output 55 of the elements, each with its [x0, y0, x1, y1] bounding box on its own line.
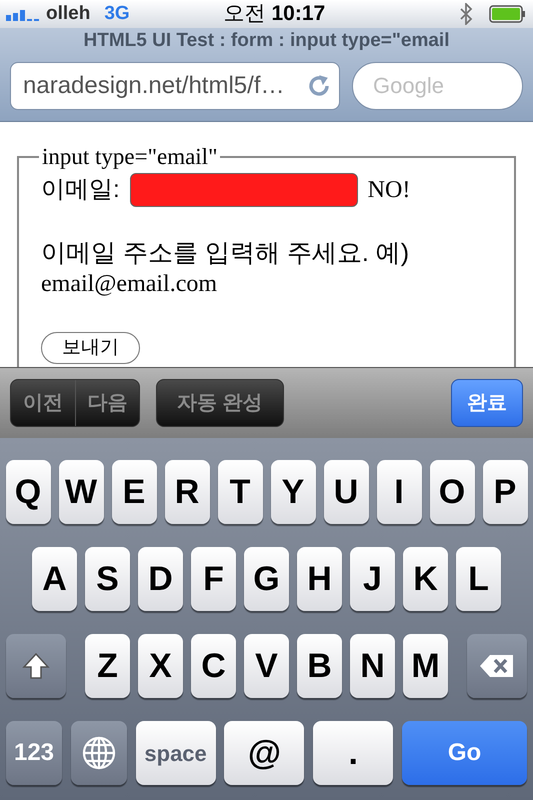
key[interactable]: R	[164, 460, 210, 524]
key[interactable]: T	[218, 460, 262, 524]
key[interactable]: @	[224, 721, 304, 785]
key[interactable]: Q	[6, 460, 50, 524]
key[interactable]: .	[313, 721, 394, 785]
space-key[interactable]: space	[136, 721, 216, 785]
key[interactable]: E	[112, 460, 156, 524]
key[interactable]: H	[297, 547, 342, 611]
key[interactable]: A	[32, 547, 77, 611]
key[interactable]: W	[58, 460, 104, 524]
key[interactable]: X	[138, 634, 183, 698]
signal-icon	[6, 7, 42, 21]
bluetooth-icon	[459, 3, 473, 25]
backspace-icon	[478, 653, 516, 679]
key[interactable]: Z	[85, 634, 130, 698]
key[interactable]: O	[430, 460, 474, 524]
field-label: 이메일:	[41, 175, 120, 205]
key[interactable]: M	[403, 634, 448, 698]
backspace-key[interactable]	[467, 634, 527, 698]
go-key[interactable]: Go	[402, 721, 527, 785]
key[interactable]: F	[191, 547, 236, 611]
key[interactable]: P	[482, 460, 528, 524]
key[interactable]: N	[350, 634, 395, 698]
clock-time: 10:17	[271, 1, 326, 28]
numbers-key[interactable]: 123	[6, 721, 62, 785]
example-text: email@email.com	[41, 270, 218, 298]
key[interactable]: C	[191, 634, 236, 698]
key[interactable]: S	[85, 547, 130, 611]
search-field[interactable]: Google	[352, 62, 523, 110]
page-title: HTML5 UI Test : form : input type="email	[84, 29, 450, 53]
key[interactable]: I	[376, 460, 422, 524]
key[interactable]: L	[456, 547, 501, 611]
reload-icon[interactable]	[307, 74, 331, 98]
form-legend: input type="email"	[39, 144, 220, 170]
address-bar[interactable]: naradesign.net/html5/f…	[10, 62, 340, 110]
key[interactable]: G	[244, 547, 289, 611]
globe-icon	[80, 735, 117, 771]
validation-message: NO!	[368, 176, 410, 205]
battery-icon	[489, 5, 527, 23]
clock-meridiem: 오전	[223, 1, 266, 28]
shift-icon	[21, 651, 51, 681]
key[interactable]: Y	[270, 460, 316, 524]
shift-key[interactable]	[6, 634, 66, 698]
submit-button[interactable]: 보내기	[41, 332, 140, 364]
globe-key[interactable]	[70, 721, 127, 785]
key[interactable]: V	[244, 634, 289, 698]
network-type: 3G	[104, 2, 130, 26]
key[interactable]: B	[297, 634, 342, 698]
key[interactable]: K	[403, 547, 448, 611]
key[interactable]: D	[138, 547, 183, 611]
email-field[interactable]	[130, 173, 358, 207]
carrier-name: olleh	[46, 2, 90, 26]
key[interactable]: J	[350, 547, 395, 611]
hint-text: 이메일 주소를 입력해 주세요. 예)	[41, 238, 410, 269]
key[interactable]: U	[324, 460, 368, 524]
